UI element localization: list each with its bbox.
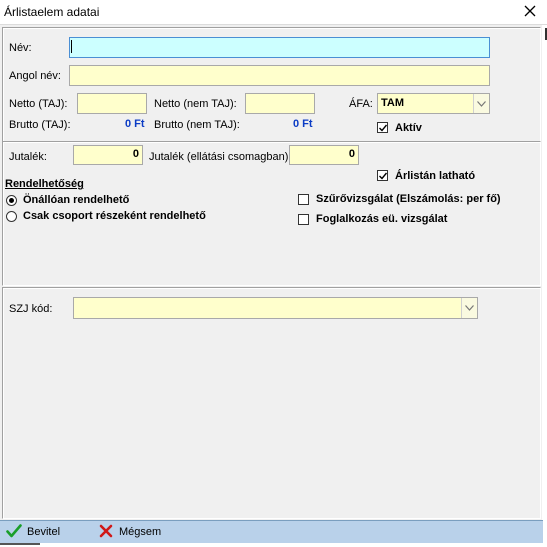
cross-icon bbox=[99, 524, 113, 538]
nev-label: Név: bbox=[9, 42, 32, 54]
netto-nem-taj-label: Netto (nem TAJ): bbox=[154, 98, 237, 110]
szurovizsgalat-checkbox[interactable] bbox=[298, 194, 309, 205]
netto-nem-taj-input[interactable] bbox=[245, 93, 315, 114]
netto-taj-input[interactable] bbox=[77, 93, 147, 114]
brutto-taj-value: 0 Ft bbox=[125, 118, 145, 130]
afa-select[interactable]: TAM bbox=[377, 93, 490, 114]
jutalek-csomag-input[interactable]: 0 bbox=[289, 145, 359, 165]
angol-nev-input[interactable] bbox=[69, 65, 490, 86]
window-bottom-mark bbox=[0, 543, 40, 545]
window-bottom-edge bbox=[0, 543, 547, 547]
jutalek-csomag-label: Jutalék (ellátási csomagban): bbox=[149, 151, 292, 163]
megsem-label: Mégsem bbox=[119, 526, 162, 538]
aktiv-checkbox[interactable] bbox=[377, 122, 388, 133]
angol-nev-label: Angol név: bbox=[9, 70, 61, 82]
radio-dot bbox=[9, 198, 14, 203]
footer-toolbar bbox=[0, 520, 543, 544]
csoport-radio[interactable] bbox=[6, 211, 17, 222]
window-edge bbox=[542, 25, 547, 525]
onallo-radio[interactable] bbox=[6, 195, 17, 206]
szj-label: SZJ kód: bbox=[9, 303, 53, 315]
arlistan-checkbox[interactable] bbox=[377, 170, 388, 181]
brutto-taj-label: Brutto (TAJ): bbox=[9, 119, 71, 131]
text-caret bbox=[71, 40, 72, 53]
chevron-down-icon bbox=[465, 305, 474, 311]
foglalkozas-checkbox[interactable] bbox=[298, 214, 309, 225]
jutalek-input[interactable]: 0 bbox=[73, 145, 143, 165]
checkmark-icon bbox=[6, 524, 22, 538]
close-icon bbox=[524, 5, 536, 17]
szj-dropdown-button[interactable] bbox=[461, 298, 477, 318]
rendelhetoseg-heading: Rendelhetőség bbox=[5, 178, 84, 190]
szj-select[interactable] bbox=[73, 297, 478, 319]
close-button[interactable] bbox=[522, 1, 538, 21]
check-icon bbox=[379, 124, 388, 132]
foglalkozas-label: Foglalkozás eü. vizsgálat bbox=[316, 213, 448, 225]
bevitel-label: Bevitel bbox=[27, 526, 61, 538]
chevron-down-icon bbox=[477, 100, 486, 107]
window-title: Árlistaelem adatai bbox=[4, 5, 100, 19]
brutto-nem-taj-value: 0 Ft bbox=[293, 118, 313, 130]
nev-input[interactable] bbox=[69, 37, 490, 58]
panel-szj bbox=[2, 287, 541, 519]
onallo-label: Önállóan rendelhető bbox=[23, 194, 130, 206]
jutalek-label: Jutalék: bbox=[9, 151, 47, 163]
netto-taj-label: Netto (TAJ): bbox=[9, 98, 68, 110]
szurovizsgalat-label: Szűrővizsgálat (Elszámolás: per fő) bbox=[316, 193, 501, 205]
afa-value: TAM bbox=[381, 97, 405, 109]
csoport-label: Csak csoport részeként rendelhető bbox=[23, 210, 206, 222]
afa-label: ÁFA: bbox=[349, 98, 373, 110]
aktiv-label: Aktív bbox=[395, 122, 422, 134]
check-icon bbox=[379, 172, 388, 180]
brutto-nem-taj-label: Brutto (nem TAJ): bbox=[154, 119, 240, 131]
arlistan-label: Árlistán latható bbox=[395, 170, 476, 182]
afa-dropdown-button[interactable] bbox=[473, 94, 489, 113]
